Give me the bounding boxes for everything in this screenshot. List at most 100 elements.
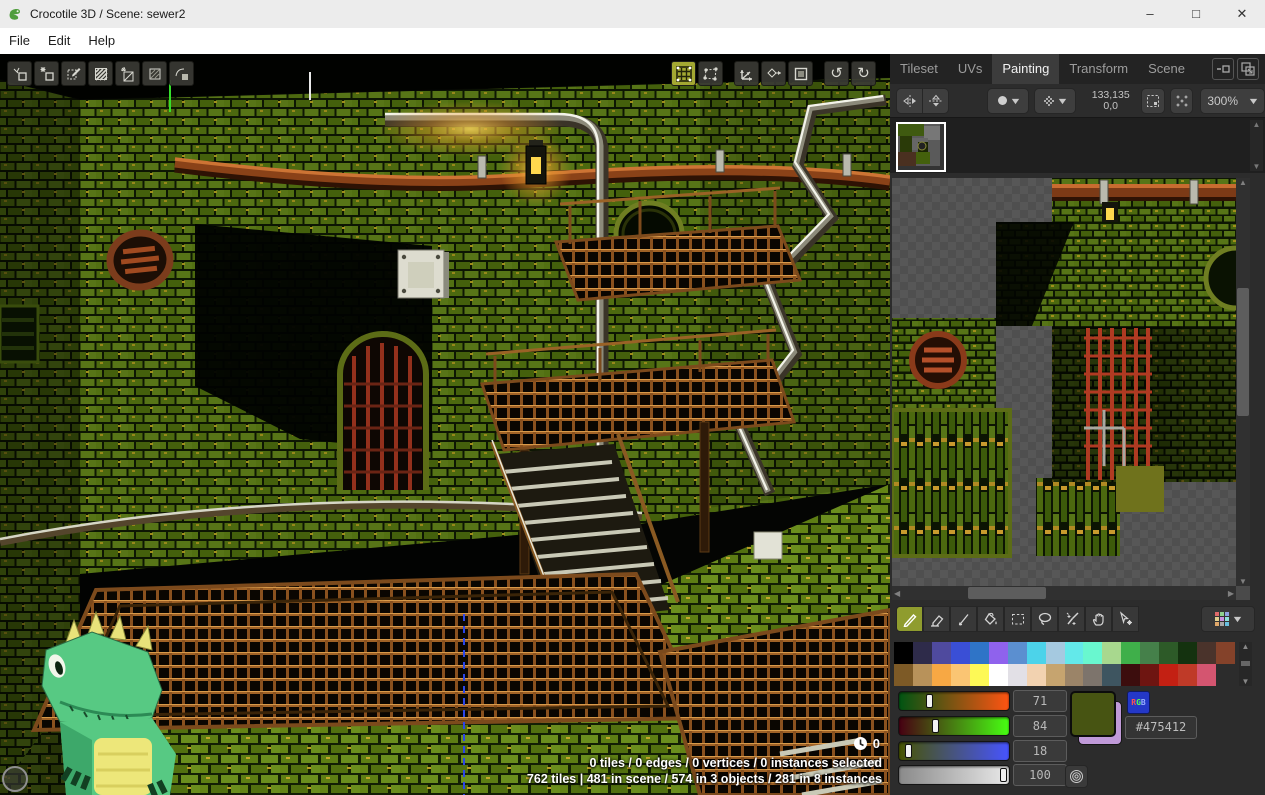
lasso-tool-button[interactable] (1031, 606, 1058, 632)
dither-toggle-button[interactable] (1065, 765, 1088, 788)
palette-swatch[interactable] (1065, 664, 1084, 686)
blue-value[interactable]: 18 (1013, 740, 1067, 762)
shade-tile-button[interactable] (142, 61, 167, 86)
merge-vertices-button[interactable] (7, 61, 32, 86)
marquee-mode-button[interactable] (1141, 88, 1165, 114)
painting-canvas-view[interactable]: ▲▼ ◀▶ (892, 178, 1250, 600)
menu-edit[interactable]: Edit (39, 28, 79, 54)
tab-tileset[interactable]: Tileset (890, 54, 948, 84)
palette-swatch[interactable] (894, 664, 913, 686)
palette-swatch[interactable] (1102, 642, 1121, 664)
palette-swatch[interactable] (951, 664, 970, 686)
rect-select-button[interactable] (788, 61, 813, 86)
minimize-button[interactable]: – (1127, 0, 1173, 28)
grid-snap-button[interactable] (671, 61, 696, 86)
translate-button[interactable] (734, 61, 759, 86)
flip-vertical-button[interactable] (923, 88, 949, 114)
tab-uvs[interactable]: UVs (948, 54, 993, 84)
palette-swatch[interactable] (932, 642, 951, 664)
dither-pattern-dropdown[interactable]: ▼ (1034, 88, 1076, 114)
green-slider[interactable] (898, 716, 1010, 736)
eraser-tool-button[interactable] (923, 606, 950, 632)
green-slider-handle[interactable] (932, 719, 939, 733)
brush-shape-dropdown[interactable]: ▼ (987, 88, 1029, 114)
palette-swatch[interactable] (1140, 664, 1159, 686)
palette-swatch[interactable] (970, 664, 989, 686)
vertex-cage-button[interactable] (698, 61, 723, 86)
weld-target-button[interactable] (34, 61, 59, 86)
alpha-value[interactable]: 100 (1013, 764, 1067, 786)
palette-swatch[interactable] (1065, 642, 1084, 664)
menu-help[interactable]: Help (79, 28, 124, 54)
pan-tool-button[interactable] (1085, 606, 1112, 632)
draw-tile-button[interactable] (61, 61, 86, 86)
thumbnail-scrollbar[interactable]: ▲▼ (1250, 120, 1263, 171)
palette-swatch[interactable] (894, 642, 913, 664)
line-tool-button[interactable] (950, 606, 977, 632)
pattern-fill-button[interactable] (88, 61, 113, 86)
texture-canvas[interactable] (892, 178, 1236, 586)
green-value[interactable]: 84 (1013, 715, 1067, 737)
palette-swatch[interactable] (913, 642, 932, 664)
tab-painting[interactable]: Painting (992, 54, 1059, 84)
pixel-grid-button[interactable] (1170, 88, 1194, 114)
palette-swatch[interactable] (970, 642, 989, 664)
snap-translate-button[interactable] (761, 61, 786, 86)
texture-vertical-scroll-thumb[interactable] (1237, 288, 1249, 416)
palette-swatch[interactable] (1046, 664, 1065, 686)
curve-tool-button[interactable] (169, 61, 194, 86)
tab-transform[interactable]: Transform (1059, 54, 1138, 84)
alpha-slider-handle[interactable] (1000, 768, 1007, 782)
palette-picker-dropdown[interactable]: ▼ (1201, 606, 1255, 632)
palette-swatch[interactable] (1216, 642, 1235, 664)
blue-slider-handle[interactable] (905, 744, 912, 758)
orbit-widget[interactable] (2, 766, 28, 792)
tileset-thumbnail-selected[interactable] (896, 122, 946, 172)
close-button[interactable]: ✕ (1219, 0, 1265, 28)
illuminate-button[interactable] (115, 61, 140, 86)
palette-swatch[interactable] (1027, 642, 1046, 664)
move-selection-tool-button[interactable] (1112, 606, 1139, 632)
palette-swatch[interactable] (1008, 664, 1027, 686)
hex-color-field[interactable]: #475412 (1125, 716, 1197, 739)
menu-file[interactable]: File (0, 28, 39, 54)
primary-color-swatch[interactable] (1070, 691, 1116, 737)
palette-swatch[interactable] (1046, 642, 1065, 664)
palette-swatch[interactable] (989, 642, 1008, 664)
palette-scrollbar[interactable]: ▲▼ (1239, 642, 1252, 686)
palette-swatch[interactable] (1027, 664, 1046, 686)
palette-swatch[interactable] (951, 642, 970, 664)
palette-swatch[interactable] (1159, 664, 1178, 686)
fill-tool-button[interactable] (977, 606, 1004, 632)
palette-swatch[interactable] (1008, 642, 1027, 664)
palette-swatch[interactable] (1083, 664, 1102, 686)
palette-swatch[interactable] (1197, 664, 1216, 686)
palette-swatch[interactable] (1178, 664, 1197, 686)
blue-slider[interactable] (898, 741, 1010, 761)
palette-swatch[interactable] (1197, 642, 1216, 664)
zoom-level-dropdown[interactable]: 300%▼ (1200, 88, 1265, 114)
texture-horizontal-scroll-thumb[interactable] (968, 587, 1046, 599)
palette-swatch[interactable] (989, 664, 1008, 686)
palette-swatch[interactable] (1121, 642, 1140, 664)
magic-wand-tool-button[interactable] (1058, 606, 1085, 632)
maximize-button[interactable]: □ (1173, 0, 1219, 28)
palette-swatch[interactable] (1121, 664, 1140, 686)
palette-swatch[interactable] (1178, 642, 1197, 664)
pencil-tool-button[interactable] (896, 606, 923, 632)
texture-horizontal-scrollbar[interactable]: ◀▶ (892, 586, 1236, 600)
palette-swatch[interactable] (1140, 642, 1159, 664)
tab-scene[interactable]: Scene (1138, 54, 1195, 84)
marquee-tool-button[interactable] (1004, 606, 1031, 632)
palette-swatch[interactable] (1159, 642, 1178, 664)
palette-swatch[interactable] (1102, 664, 1121, 686)
palette-swatch[interactable] (932, 664, 951, 686)
undock-panel-button[interactable] (1212, 58, 1234, 80)
palette-swatch[interactable] (1083, 642, 1102, 664)
rgb-mode-button[interactable]: RGB (1127, 691, 1150, 714)
panel-layout-button[interactable] (1237, 58, 1259, 80)
red-slider-handle[interactable] (926, 694, 933, 708)
red-value[interactable]: 71 (1013, 690, 1067, 712)
palette-swatch[interactable] (913, 664, 932, 686)
red-slider[interactable] (898, 691, 1010, 711)
